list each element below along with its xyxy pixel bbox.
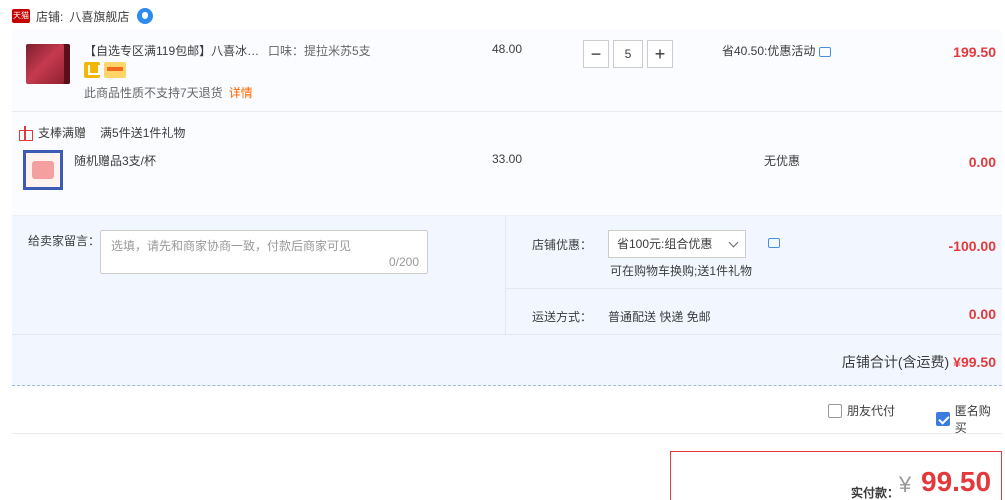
gift-header: 支棒满赠 满5件送1件礼物 xyxy=(18,124,185,141)
payment-summary: 实付款： ¥ 99.50 xyxy=(670,451,1002,500)
message-placeholder: 选填，请先和商家协商一致，付款后商家可见 xyxy=(111,239,352,253)
gift-heading: 支棒满赠 xyxy=(38,126,87,140)
coupon-amount: -100.00 xyxy=(948,238,996,254)
shipping-label: 运送方式： xyxy=(532,310,593,324)
shipping-method: 普通配送 快递 免邮 xyxy=(608,310,711,324)
message-pane: 给卖家留言： 选填，请先和商家协商一致，付款后商家可见 0/200 xyxy=(12,216,506,334)
divider xyxy=(506,288,1002,289)
table-row: 随机赠品3支/杯 33.00 无优惠 0.00 xyxy=(12,144,1002,216)
message-icon[interactable] xyxy=(768,238,780,248)
product-flavor: 口味：提拉米苏5支 xyxy=(268,44,371,58)
return-policy-text: 此商品性质不支持7天退货 xyxy=(84,86,223,100)
shop-total: 店铺合计(含运费) ¥99.50 xyxy=(842,352,996,372)
friend-pay-option[interactable]: 朋友代付 xyxy=(828,402,895,419)
coupon-note: 可在购物车换购;送1件礼物 xyxy=(610,264,753,278)
decrease-button[interactable]: − xyxy=(583,40,609,68)
order-items: 【自选专区满119包邮】八喜冰淇淋 口味：提拉米苏5支 此商品性质不支持7天退货详… xyxy=(12,30,1002,216)
product-title-link[interactable]: 【自选专区满119包邮】八喜冰淇淋 xyxy=(84,42,260,59)
increase-button[interactable]: + xyxy=(647,40,673,68)
friend-pay-label: 朋友代付 xyxy=(847,404,896,418)
quantity-input[interactable]: 5 xyxy=(613,40,643,68)
anonymous-checkbox[interactable] xyxy=(936,412,950,426)
item-discount-text: 省40.50:优惠活动 xyxy=(722,44,816,58)
order-options: 朋友代付 匿名购买 xyxy=(12,386,1002,436)
gift-rule: 满5件送1件礼物 xyxy=(100,126,186,140)
card-tag-icon xyxy=(104,62,126,78)
gift-thumbnail[interactable] xyxy=(23,150,63,190)
anonymous-option[interactable]: 匿名购买 xyxy=(936,402,1002,436)
payment-amount: 99.50 xyxy=(921,466,992,497)
gift-icon xyxy=(18,125,33,141)
table-row: 【自选专区满119包邮】八喜冰淇淋 口味：提拉米苏5支 此商品性质不支持7天退货详… xyxy=(12,30,1002,112)
chat-icon[interactable] xyxy=(137,8,154,24)
shop-label: 店铺: xyxy=(36,9,64,24)
order-extras: 给卖家留言： 选填，请先和商家协商一致，付款后商家可见 0/200 店铺优惠： … xyxy=(12,216,1002,386)
detail-link[interactable]: 详情 xyxy=(229,86,253,100)
shop-header: 天猫 店铺: 八喜旗舰店 xyxy=(12,6,154,26)
payment-label: 实付款： xyxy=(851,486,900,500)
coupon-label: 店铺优惠： xyxy=(532,238,593,252)
item-subtotal: 199.50 xyxy=(953,44,996,60)
friend-pay-checkbox[interactable] xyxy=(828,403,842,418)
return-policy-note: 此商品性质不支持7天退货 详情 xyxy=(84,84,253,101)
divider xyxy=(12,334,1002,335)
tmall-badge: 天猫 xyxy=(12,9,30,23)
message-char-count: 0/200 xyxy=(388,255,419,269)
seller-message-input[interactable]: 选填，请先和商家协商一致，付款后商家可见 0/200 xyxy=(100,230,428,274)
message-icon[interactable] xyxy=(819,47,832,57)
coupon-select[interactable]: 省100元:组合优惠 xyxy=(608,230,746,258)
payment-currency: ¥ xyxy=(899,472,912,497)
anonymous-label: 匿名购买 xyxy=(954,404,991,435)
gift-discount: 无优惠 xyxy=(764,154,801,168)
shop-total-amount: ¥99.50 xyxy=(953,354,996,370)
gift-subtotal: 0.00 xyxy=(968,154,996,170)
quantity-stepper: − 5 + xyxy=(583,40,673,68)
chevron-down-icon xyxy=(728,237,739,248)
product-thumbnail[interactable] xyxy=(26,44,70,84)
gift-name: 随机赠品3支/杯 xyxy=(74,154,157,168)
item-discount: 省40.50:优惠活动 xyxy=(722,42,832,59)
product-tags xyxy=(84,62,126,78)
gift-price: 33.00 xyxy=(492,152,523,166)
product-title: 【自选专区满119包邮】八喜冰淇淋 口味：提拉米苏5支 xyxy=(84,42,384,59)
message-label: 给卖家留言： xyxy=(28,234,101,248)
service-tag-icon xyxy=(84,62,100,78)
shipping-amount: 0.00 xyxy=(968,306,996,322)
unit-price: 48.00 xyxy=(492,42,523,56)
coupon-selected-value: 省100元:组合优惠 xyxy=(617,237,713,251)
shop-name-link[interactable]: 八喜旗舰店 xyxy=(69,8,129,25)
shop-total-label: 店铺合计(含运费) xyxy=(841,354,950,370)
